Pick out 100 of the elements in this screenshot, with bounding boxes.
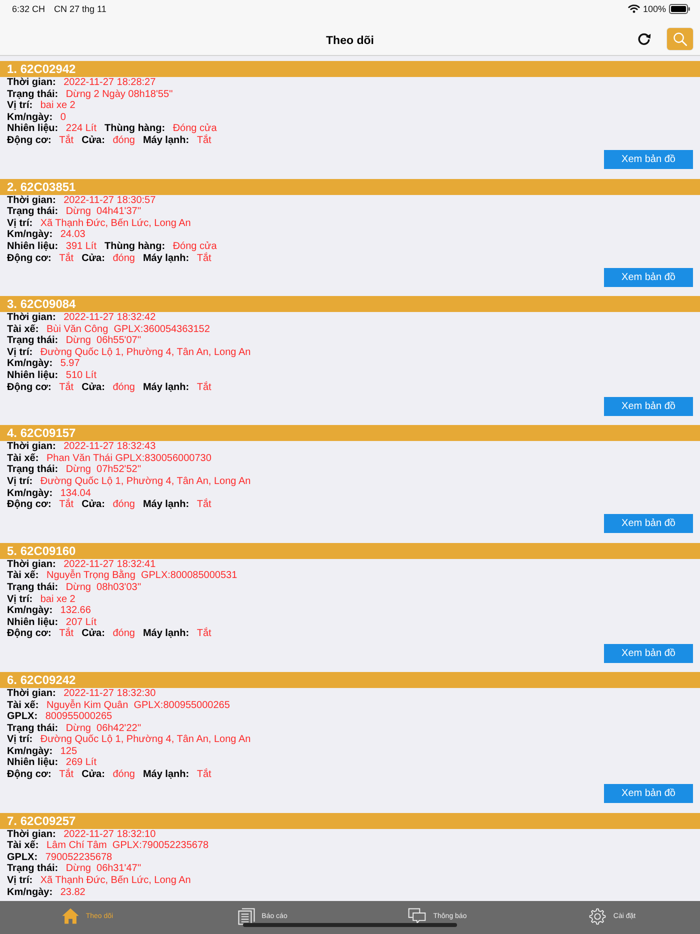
field-value: 2022-11-27 18:32:41: [64, 558, 156, 570]
field-value: bai xe 2: [40, 100, 76, 112]
field-value: đóng: [112, 628, 135, 640]
field-value: 2022-11-27 18:30:57: [64, 194, 156, 206]
field-label: Động cơ:: [7, 134, 52, 146]
field-value: Tắt: [196, 382, 212, 393]
field-value: 134.04: [60, 488, 91, 499]
field-value: Dừng 2 Ngày 08h18'55'': [66, 88, 173, 100]
field-label: Thời gian:: [7, 312, 56, 324]
field-label: Thời gian:: [7, 688, 56, 699]
field-label: Nhiên liệu:: [7, 616, 58, 628]
field-value: 800955000265: [45, 711, 112, 722]
field-label: Máy lạnh:: [142, 499, 190, 510]
field-label: Cửa:: [82, 134, 105, 146]
view-map-button[interactable]: Xem bản đồ: [604, 514, 693, 534]
home-icon: [62, 908, 79, 924]
field-label: Máy lạnh:: [142, 382, 190, 393]
field-value: 510 Lít: [66, 370, 96, 382]
field-label: Vị trí:: [7, 734, 33, 746]
field-label: Trạng thái:: [7, 335, 58, 346]
field-value: 2022-11-27 18:32:42: [64, 312, 156, 324]
view-map-button[interactable]: Xem bản đồ: [604, 396, 693, 416]
vehicle-header: 5. 62C09160: [0, 542, 700, 559]
field-value: đóng: [112, 769, 135, 780]
field-value: Dừng 08h03'03'': [66, 582, 142, 593]
field-value: 207 Lít: [66, 616, 96, 628]
field-label: GPLX:: [7, 852, 38, 863]
field-value: 132.66: [60, 605, 91, 616]
battery-percent: 100%: [642, 4, 666, 14]
field-label: Nhiên liệu:: [7, 370, 58, 382]
field-label: Thời gian:: [7, 441, 56, 452]
field-value: 23.82: [60, 886, 86, 898]
field-value: Tắt: [196, 499, 212, 510]
field-label: Trạng thái:: [7, 582, 58, 593]
field-value: đóng: [112, 134, 135, 146]
field-value: Tắt: [59, 382, 74, 393]
field-label: Vị trí:: [7, 100, 33, 112]
search-icon: [673, 32, 687, 46]
field-value: Dừng 06h55'07'': [66, 335, 142, 346]
field-label: Km/ngày:: [7, 358, 53, 370]
field-label: Km/ngày:: [7, 229, 53, 240]
field-label: Tài xế:: [7, 452, 39, 464]
vehicle-header: 1. 62C02942: [0, 61, 700, 77]
field-label: Nhiên liệu:: [7, 757, 58, 768]
field-label: Máy lạnh:: [142, 134, 190, 146]
field-label: Vị trí:: [7, 218, 33, 229]
field-label: Vị trí:: [7, 346, 33, 358]
refresh-icon[interactable]: [637, 32, 651, 46]
field-label: Máy lạnh:: [142, 252, 190, 264]
field-value: Dừng 06h31'47'': [66, 863, 142, 874]
field-label: Km/ngày:: [7, 112, 53, 123]
field-value: Đóng cửa: [172, 123, 217, 134]
field-value: Đường Quốc Lộ 1, Phường 4, Tân An, Long An: [40, 476, 251, 488]
field-value: 224 Lít: [66, 123, 96, 134]
field-label: Trạng thái:: [7, 722, 58, 734]
view-map-button[interactable]: Xem bản đồ: [604, 268, 693, 287]
field-value: 2022-11-27 18:32:10: [64, 828, 156, 840]
field-label: Km/ngày:: [7, 605, 53, 616]
field-value: Đường Quốc Lộ 1, Phường 4, Tân An, Long An: [40, 734, 251, 746]
field-value: 790052235678: [45, 852, 112, 863]
field-label: Trạng thái:: [7, 464, 58, 476]
settings-icon: [589, 908, 606, 924]
document-icon: [238, 908, 255, 924]
field-label: Máy lạnh:: [142, 628, 190, 640]
field-value: Xã Thạnh Đức, Bến Lức, Long An: [40, 875, 191, 886]
field-value: 2022-11-27 18:32:30: [64, 688, 156, 699]
field-label: Tài xế:: [7, 570, 39, 582]
field-label: Km/ngày:: [7, 488, 53, 499]
field-label: Thời gian:: [7, 194, 56, 206]
field-label: Cửa:: [82, 499, 105, 510]
field-value: Xã Thạnh Đức, Bến Lức, Long An: [40, 218, 191, 229]
field-label: Km/ngày:: [7, 746, 53, 757]
field-label: Trạng thái:: [7, 88, 58, 100]
vehicle-header: 2. 62C03851: [0, 178, 700, 195]
vehicle-header: 3. 62C09084: [0, 296, 700, 312]
view-map-button[interactable]: Xem bản đồ: [604, 150, 693, 170]
field-value: Lâm Chí Tâm GPLX:790052235678: [46, 840, 209, 852]
field-value: đóng: [112, 252, 135, 264]
field-label: Thời gian:: [7, 828, 56, 840]
field-value: 125: [60, 746, 78, 757]
field-label: Thùng hàng:: [104, 240, 166, 252]
field-value: 391 Lít: [66, 240, 96, 252]
status-time: 6:32 CH: [12, 4, 46, 14]
field-value: Dừng 06h42'22'': [66, 722, 142, 734]
field-label: Cửa:: [82, 769, 105, 780]
status-date: CN 27 thg 11: [54, 4, 106, 14]
field-value: Dừng 04h41'37'': [66, 206, 142, 218]
battery-icon: [669, 4, 690, 14]
field-value: bai xe 2: [40, 594, 76, 605]
vehicle-header: 7. 62C09257: [0, 812, 700, 829]
field-value: Tắt: [59, 499, 74, 510]
field-label: Động cơ:: [7, 252, 52, 264]
field-label: Km/ngày:: [7, 886, 53, 898]
view-map-button[interactable]: Xem bản đồ: [604, 644, 693, 663]
vehicle-header: 6. 62C09242: [0, 672, 700, 688]
chat-bubbles-icon: [408, 908, 426, 924]
field-value: Tắt: [196, 134, 212, 146]
field-value: Tắt: [196, 769, 212, 780]
view-map-button[interactable]: Xem bản đồ: [604, 784, 693, 804]
field-label: Động cơ:: [7, 499, 52, 510]
